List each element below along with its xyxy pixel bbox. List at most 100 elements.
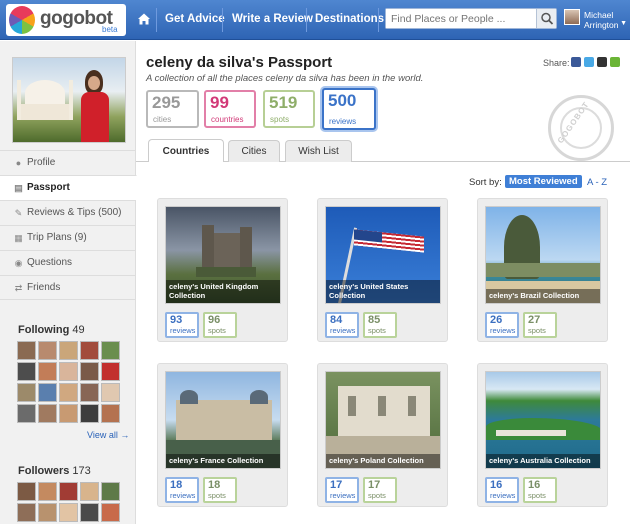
spots-count[interactable]: 16 spots: [523, 477, 557, 503]
stat-cities[interactable]: 295 cities: [146, 90, 199, 128]
nav-write-review[interactable]: Write a Review: [232, 13, 313, 25]
stat-label: cities: [153, 115, 172, 124]
avatar[interactable]: [59, 404, 78, 423]
stat-countries[interactable]: 99 countries: [204, 90, 256, 128]
user-avatar[interactable]: [564, 9, 580, 25]
tab-cities[interactable]: Cities: [228, 140, 280, 162]
collection-card[interactable]: celeny's Brazil Collection 26 reviews 27…: [477, 198, 608, 342]
profile-photo[interactable]: [12, 57, 126, 143]
tab-countries[interactable]: Countries: [148, 139, 224, 162]
view-all-link[interactable]: View all →: [87, 430, 129, 440]
nav-divider: [222, 8, 223, 32]
spots-count[interactable]: 27 spots: [523, 312, 557, 338]
collection-card[interactable]: celeny's Poland Collection 17 reviews 17…: [317, 363, 448, 507]
spots-value: 27: [528, 314, 541, 326]
avatar[interactable]: [38, 503, 57, 522]
search-button[interactable]: [536, 9, 556, 28]
speech-bubble-icon: ◉: [14, 258, 23, 268]
spots-count[interactable]: 85 spots: [363, 312, 397, 338]
spots-value: 96: [208, 314, 221, 326]
reviews-label: reviews: [170, 326, 196, 335]
collection-card[interactable]: celeny's United Kingdom Collection 93 re…: [157, 198, 288, 342]
avatar[interactable]: [101, 503, 120, 522]
avatar[interactable]: [38, 341, 57, 360]
sort-a-z[interactable]: A - Z: [587, 177, 607, 188]
reviews-count[interactable]: 18 reviews: [165, 477, 199, 503]
reviews-count[interactable]: 84 reviews: [325, 312, 359, 338]
avatar[interactable]: [17, 362, 36, 381]
avatar[interactable]: [80, 362, 99, 381]
sidebar-item-passport[interactable]: ▤ Passport: [0, 175, 137, 200]
stat-spots[interactable]: 519 spots: [263, 90, 315, 128]
avatar[interactable]: [17, 503, 36, 522]
avatar[interactable]: [101, 362, 120, 381]
sidebar-item-profile[interactable]: ● Profile: [0, 150, 136, 175]
reviews-count[interactable]: 26 reviews: [485, 312, 519, 338]
avatar[interactable]: [38, 383, 57, 402]
page-subtitle: A collection of all the places celeny da…: [146, 73, 424, 84]
reviews-label: reviews: [170, 491, 196, 500]
avatar[interactable]: [17, 404, 36, 423]
sidebar-item-trip-plans[interactable]: ▦ Trip Plans (9): [0, 225, 136, 250]
home-icon[interactable]: [137, 12, 151, 26]
avatar[interactable]: [59, 503, 78, 522]
collection-photo[interactable]: celeny's United States Collection: [325, 206, 441, 304]
search-icon: [541, 12, 554, 25]
stat-reviews[interactable]: 500 reviews: [322, 88, 376, 130]
avatar[interactable]: [17, 341, 36, 360]
collection-photo[interactable]: celeny's Poland Collection: [325, 371, 441, 469]
avatar[interactable]: [59, 341, 78, 360]
following-label: Following: [18, 324, 70, 336]
avatar[interactable]: [17, 383, 36, 402]
avatar[interactable]: [59, 383, 78, 402]
avatar[interactable]: [101, 341, 120, 360]
collection-photo[interactable]: celeny's France Collection: [165, 371, 281, 469]
avatar[interactable]: [80, 341, 99, 360]
sidebar-item-friends[interactable]: ⇄ Friends: [0, 275, 136, 300]
email-icon[interactable]: [597, 57, 607, 67]
tab-wish-list[interactable]: Wish List: [285, 140, 352, 162]
collection-title: celeny's Australia Collection: [486, 454, 600, 468]
gogobot-logo[interactable]: gogobot beta: [6, 4, 126, 36]
avatar[interactable]: [80, 404, 99, 423]
avatar[interactable]: [38, 362, 57, 381]
reviews-label: reviews: [330, 326, 356, 335]
collection-photo[interactable]: celeny's United Kingdom Collection: [165, 206, 281, 304]
avatar[interactable]: [80, 503, 99, 522]
stumbleupon-icon[interactable]: [610, 57, 620, 67]
avatar[interactable]: [101, 404, 120, 423]
avatar[interactable]: [59, 482, 78, 501]
avatar[interactable]: [59, 362, 78, 381]
avatar[interactable]: [38, 482, 57, 501]
collection-photo[interactable]: celeny's Brazil Collection: [485, 206, 601, 304]
sort-most-reviewed[interactable]: Most Reviewed: [505, 175, 582, 188]
search-input[interactable]: [386, 9, 534, 28]
chevron-down-icon[interactable]: ▼: [620, 20, 627, 27]
followers-count: 173: [72, 465, 91, 477]
spots-label: spots: [208, 326, 226, 335]
facebook-icon[interactable]: [571, 57, 581, 67]
sidebar-item-reviews[interactable]: ✎ Reviews & Tips (500): [0, 200, 136, 225]
avatar[interactable]: [80, 383, 99, 402]
spots-count[interactable]: 17 spots: [363, 477, 397, 503]
collection-card[interactable]: celeny's Australia Collection 16 reviews…: [477, 363, 608, 507]
avatar[interactable]: [101, 383, 120, 402]
sidebar-item-questions[interactable]: ◉ Questions: [0, 250, 136, 275]
nav-get-advice[interactable]: Get Advice: [165, 13, 225, 25]
reviews-count[interactable]: 17 reviews: [325, 477, 359, 503]
collection-card[interactable]: celeny's United States Collection 84 rev…: [317, 198, 448, 342]
reviews-count[interactable]: 16 reviews: [485, 477, 519, 503]
stat-value: 295: [152, 93, 181, 112]
avatar[interactable]: [101, 482, 120, 501]
spots-count[interactable]: 18 spots: [203, 477, 237, 503]
collection-card[interactable]: celeny's France Collection 18 reviews 18…: [157, 363, 288, 507]
nav-destinations[interactable]: Destinations: [315, 13, 384, 25]
avatar[interactable]: [80, 482, 99, 501]
spots-count[interactable]: 96 spots: [203, 312, 237, 338]
twitter-icon[interactable]: [584, 57, 594, 67]
collection-photo[interactable]: celeny's Australia Collection: [485, 371, 601, 469]
reviews-count[interactable]: 93 reviews: [165, 312, 199, 338]
pencil-icon: ✎: [14, 208, 23, 218]
avatar[interactable]: [17, 482, 36, 501]
avatar[interactable]: [38, 404, 57, 423]
